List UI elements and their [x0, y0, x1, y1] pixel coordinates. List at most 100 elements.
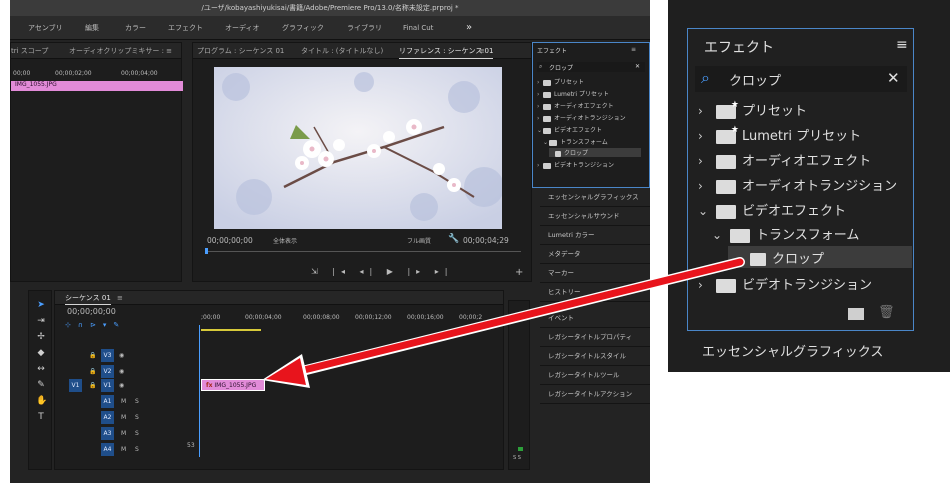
zoom-item-presets[interactable]: › ★ プリセット [698, 100, 807, 120]
side-panel-legacy-title-tools[interactable]: レガシータイトルツール [540, 366, 650, 385]
effects-item-transform[interactable]: ⌄ トランスフォーム [543, 137, 608, 146]
zoom-essential-graphics[interactable]: エッセンシャルグラフィックス [702, 341, 883, 360]
timeline-ruler-5: 00;00;2 [459, 314, 483, 321]
solo-a2[interactable]: S [135, 414, 139, 421]
track-select-icon[interactable]: ⇥ [36, 316, 46, 326]
program-timecode[interactable]: 00;00;00;00 [207, 236, 253, 245]
workspace-color[interactable]: カラー [125, 16, 146, 40]
zoom-item-video-effects[interactable]: ⌄ ビデオエフェクト [698, 200, 846, 219]
lock-icon[interactable]: 🔒 [89, 352, 96, 359]
eye-icon[interactable]: ◉ [119, 368, 124, 375]
zoom-item-audio-effects[interactable]: › オーディオエフェクト [698, 150, 871, 169]
zoom-item-crop[interactable]: クロップ [750, 248, 824, 267]
timeline-clip-v1[interactable]: fx IMG_1055.JPG [201, 379, 265, 391]
zoom-search-input[interactable]: ⌕ クロップ ✕ [695, 66, 907, 92]
mute-a3[interactable]: M [121, 430, 126, 437]
mute-a2[interactable]: M [121, 414, 126, 421]
zoom-menu-icon[interactable]: ≡ [896, 37, 908, 53]
lock-icon[interactable]: 🔒 [89, 368, 96, 375]
effects-panel-menu-icon[interactable]: ≡ [631, 46, 636, 53]
effects-item-audio-effects[interactable]: › オーディオエフェクト [537, 101, 614, 110]
tab-title[interactable]: タイトル : (タイトルなし) [301, 43, 383, 59]
eye-icon[interactable]: ◉ [119, 382, 124, 389]
workspace-assembly[interactable]: アセンブリ [28, 16, 63, 40]
clear-search-icon[interactable]: ✕ [635, 63, 640, 70]
folder-icon [543, 127, 551, 134]
solo-a1[interactable]: S [135, 398, 139, 405]
track-a4[interactable]: A4 [101, 443, 114, 456]
effects-item-audio-transitions[interactable]: › オーディオトランジション [537, 113, 626, 122]
wrench-icon[interactable]: 🔧 [448, 234, 459, 244]
zoom-item-lumetri-presets[interactable]: › ★ Lumetri プリセット [698, 125, 861, 145]
side-panel-events[interactable]: イベント [540, 309, 650, 328]
program-playhead[interactable] [205, 248, 208, 254]
solo-a4[interactable]: S [135, 446, 139, 453]
effects-search-input[interactable]: ⌕ クロップ ✕ [537, 62, 645, 72]
tab-program[interactable]: プログラム : シーケンス 01 [197, 43, 284, 59]
source-clip[interactable]: IMG_1055.JPG [11, 81, 183, 91]
zoom-item-transform[interactable]: ⌄ トランスフォーム [712, 224, 859, 243]
workspace-finalcut[interactable]: Final Cut [403, 16, 433, 40]
program-scrubber[interactable] [205, 251, 521, 252]
quality-select[interactable]: フル画質 [407, 236, 431, 245]
track-v1[interactable]: V1 [101, 379, 114, 392]
more-workspaces-icon[interactable]: » [466, 16, 472, 40]
workspace-graphics[interactable]: グラフィック [282, 16, 324, 40]
transport-controls[interactable]: ⇲ |◂ ◂| ▶ |▸ ▸| [311, 267, 453, 276]
pen-icon[interactable]: ✎ [36, 380, 46, 390]
effects-item-lumetri-presets[interactable]: › Lumetri プリセット [537, 89, 609, 98]
razor-icon[interactable]: ◆ [36, 348, 46, 358]
workspace-audio[interactable]: オーディオ [225, 16, 260, 40]
ripple-edit-icon[interactable]: ✢ [36, 332, 46, 342]
type-tool-icon[interactable]: T [36, 412, 46, 422]
side-panel-lumetri-color[interactable]: Lumetri カラー [540, 226, 650, 245]
preset-folder-icon: ★ [716, 100, 739, 119]
track-v2[interactable]: V2 [101, 365, 114, 378]
effects-item-video-transitions[interactable]: › ビデオトランジション [537, 160, 614, 169]
zoom-item-video-transitions[interactable]: › ビデオトランジション [698, 274, 872, 293]
slip-icon[interactable]: ↔ [36, 364, 46, 374]
track-a3[interactable]: A3 [101, 427, 114, 440]
tab-audio-clip-mixer[interactable]: オーディオクリップミキサー : ≡ [69, 43, 172, 59]
effects-item-presets[interactable]: › プリセット [537, 77, 584, 86]
effects-item-crop[interactable]: クロップ [549, 148, 641, 157]
eye-icon[interactable]: ◉ [119, 352, 124, 359]
timeline-timecode[interactable]: 00;00;00;00 [67, 307, 116, 316]
timeline-toolbar-icons[interactable]: ⊹∩⊳▾✎ [65, 321, 126, 329]
side-panel-metadata[interactable]: メタデータ [540, 245, 650, 264]
timeline-playhead[interactable] [199, 325, 200, 457]
program-menu-icon[interactable]: ≡ [479, 43, 485, 59]
side-panel-essential-graphics[interactable]: エッセンシャルグラフィックス [540, 188, 650, 207]
zoom-select[interactable]: 全体表示 [273, 236, 297, 245]
timeline-menu-icon[interactable]: ≡ [117, 291, 123, 305]
workspace-effects[interactable]: エフェクト [168, 16, 203, 40]
side-panel-essential-sound[interactable]: エッセンシャルサウンド [540, 207, 650, 226]
folder-icon [730, 228, 750, 243]
workspace-edit[interactable]: 編集 [85, 16, 99, 40]
tab-scope[interactable]: tri スコープ [11, 43, 48, 59]
work-area-bar[interactable] [201, 329, 261, 331]
zoom-item-audio-transitions[interactable]: › オーディオトランジション [698, 175, 897, 194]
workspace-libraries[interactable]: ライブラリ [347, 16, 382, 40]
effects-item-video-effects[interactable]: ⌄ ビデオエフェクト [537, 125, 602, 134]
side-panel-history[interactable]: ヒストリー [540, 283, 650, 302]
side-panel-legacy-title-properties[interactable]: レガシータイトルプロパティ [540, 328, 650, 347]
new-folder-icon[interactable] [848, 308, 864, 320]
track-a1[interactable]: A1 [101, 395, 114, 408]
solo-a3[interactable]: S [135, 430, 139, 437]
track-v3[interactable]: V3 [101, 349, 114, 362]
tab-sequence[interactable]: シーケンス 01 [65, 291, 111, 305]
side-panel-markers[interactable]: マーカー [540, 264, 650, 283]
source-patch-v1[interactable]: V1 [69, 379, 82, 392]
mute-a1[interactable]: M [121, 398, 126, 405]
add-button-icon[interactable]: + [515, 267, 523, 278]
hand-icon[interactable]: ✋ [36, 396, 47, 406]
side-panel-legacy-title-styles[interactable]: レガシータイトルスタイル [540, 347, 650, 366]
track-a2[interactable]: A2 [101, 411, 114, 424]
mute-a4[interactable]: M [121, 446, 126, 453]
selection-tool-icon[interactable]: ➤ [36, 300, 46, 310]
lock-icon[interactable]: 🔒 [89, 382, 96, 389]
trash-icon[interactable]: 🗑 [878, 305, 895, 320]
clear-search-icon[interactable]: ✕ [887, 69, 900, 87]
side-panel-legacy-title-actions[interactable]: レガシータイトルアクション [540, 385, 650, 404]
